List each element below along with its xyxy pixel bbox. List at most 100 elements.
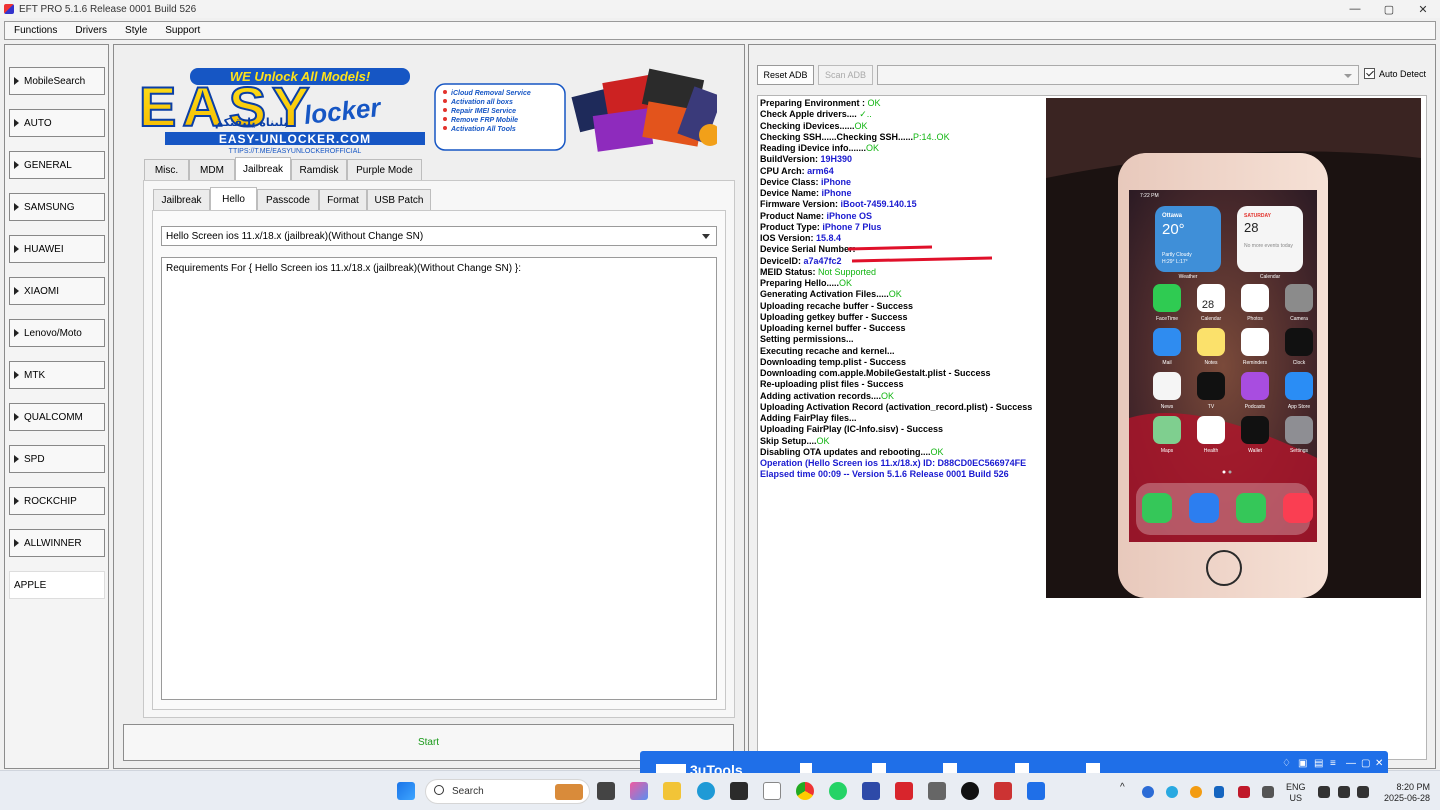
sidebar-item-auto[interactable]: AUTO xyxy=(9,109,105,137)
tray-app-icon-5[interactable] xyxy=(1262,786,1274,798)
chevron-down-icon xyxy=(702,234,710,239)
3utools-window-icon[interactable]: ▣ xyxy=(1298,758,1307,769)
log-segment: Preparing Environment : xyxy=(760,98,868,108)
log-line: Firmware Version: iBoot-7459.140.15 xyxy=(760,199,1040,210)
3utools-logo-icon xyxy=(656,764,686,773)
eft-icon[interactable] xyxy=(994,782,1012,800)
windows-start-icon[interactable] xyxy=(397,782,415,800)
auto-detect-label: Auto Detect xyxy=(1379,68,1427,79)
tray-app-icon-3[interactable] xyxy=(1190,786,1202,798)
3utools-minimize-icon[interactable]: — xyxy=(1346,758,1356,769)
language-region: US xyxy=(1289,793,1303,803)
menu-support[interactable]: Support xyxy=(165,25,200,36)
log-line: MEID Status: Not Supported xyxy=(760,267,1040,278)
battery-icon[interactable] xyxy=(1357,786,1369,798)
3utools-toolbox-icon[interactable] xyxy=(1086,763,1100,773)
caret-right-icon xyxy=(14,371,19,379)
maximize-button[interactable]: ▢ xyxy=(1372,0,1406,18)
sidebar-item-label: Lenovo/Moto xyxy=(24,327,82,339)
sidebar-item-label: HUAWEI xyxy=(24,243,64,255)
svg-text:Photos: Photos xyxy=(1247,316,1263,322)
log-line: Skip Setup....OK xyxy=(760,436,1040,447)
menu-functions[interactable]: Functions xyxy=(14,25,57,36)
tab-purple-mode[interactable]: Purple Mode xyxy=(347,159,422,180)
sidebar-item-mobilesearch[interactable]: MobileSearch xyxy=(9,67,105,95)
log-segment: ✓.. xyxy=(859,109,872,120)
menu-drivers[interactable]: Drivers xyxy=(75,25,107,36)
close-button[interactable]: ✕ xyxy=(1406,0,1440,18)
taskbar-search[interactable]: Search xyxy=(425,779,590,804)
requirements-textarea[interactable]: Requirements For { Hello Screen ios 11.x… xyxy=(161,257,717,700)
adb-port-select[interactable] xyxy=(877,65,1359,85)
3utools-device-icon[interactable] xyxy=(800,763,812,773)
acrobat-icon[interactable] xyxy=(895,782,913,800)
3utools-maximize-icon[interactable]: ▢ xyxy=(1361,758,1370,769)
tray-app-icon-2[interactable] xyxy=(1166,786,1178,798)
svg-text:Reminders: Reminders xyxy=(1243,360,1268,366)
sidebar-item-xiaomi[interactable]: XIAOMI xyxy=(9,277,105,305)
sidebar-item-rockchip[interactable]: ROCKCHIP xyxy=(9,487,105,515)
whatsapp-icon[interactable] xyxy=(829,782,847,800)
sidebar-item-apple[interactable]: APPLE xyxy=(9,571,105,599)
language-indicator[interactable]: ENG US xyxy=(1286,782,1306,804)
sidebar-item-spd[interactable]: SPD xyxy=(9,445,105,473)
file-explorer-icon[interactable] xyxy=(663,782,681,800)
utorrent-icon[interactable] xyxy=(961,782,979,800)
3utools-close-icon[interactable]: ✕ xyxy=(1375,758,1383,769)
tray-chevron-icon[interactable]: ^ xyxy=(1120,782,1130,800)
bluetooth-icon[interactable] xyxy=(1214,786,1224,798)
tool-icon[interactable] xyxy=(928,782,946,800)
log-segment: IOS Version: xyxy=(760,233,817,243)
task-view-icon[interactable] xyxy=(597,782,615,800)
3utools-window[interactable]: 3uTools ♢ ▣ ▤ ≡ — ▢ ✕ xyxy=(640,751,1388,773)
sidebar-item-lenovo-moto[interactable]: Lenovo/Moto xyxy=(9,319,105,347)
subtab-hello[interactable]: Hello xyxy=(210,187,257,210)
tab-mdm[interactable]: MDM xyxy=(189,159,235,180)
3utools-note-icon[interactable]: ▤ xyxy=(1314,758,1323,769)
store-icon[interactable] xyxy=(730,782,748,800)
sidebar-item-samsung[interactable]: SAMSUNG xyxy=(9,193,105,221)
minimize-button[interactable]: — xyxy=(1338,0,1372,18)
menu-style[interactable]: Style xyxy=(125,25,147,36)
3utools-menu-icon[interactable]: ≡ xyxy=(1330,758,1336,769)
wifi-icon[interactable] xyxy=(1318,786,1330,798)
tab-ramdisk[interactable]: Ramdisk xyxy=(291,159,347,180)
banner-service-item: Remove FRP Mobile xyxy=(451,117,518,124)
3utools-flash-icon[interactable] xyxy=(1015,763,1029,773)
3utools-taskbar-icon[interactable] xyxy=(1027,782,1045,800)
copilot-icon[interactable] xyxy=(630,782,648,800)
sidebar-item-qualcomm[interactable]: QUALCOMM xyxy=(9,403,105,431)
requirements-text: Requirements For { Hello Screen ios 11.x… xyxy=(166,263,521,274)
auto-detect[interactable]: Auto Detect xyxy=(1364,68,1426,79)
volume-icon[interactable] xyxy=(1338,786,1350,798)
clock[interactable]: 8:20 PM 2025-06-28 xyxy=(1378,782,1430,804)
auto-detect-checkbox[interactable] xyxy=(1364,68,1375,79)
subtab-jailbreak[interactable]: Jailbreak xyxy=(153,189,210,210)
sidebar-item-allwinner[interactable]: ALLWINNER xyxy=(9,529,105,557)
subtab-passcode[interactable]: Passcode xyxy=(257,189,319,210)
3utools-apps-icon[interactable] xyxy=(872,763,886,773)
sidebar-item-huawei[interactable]: HUAWEI xyxy=(9,235,105,263)
chrome-icon[interactable] xyxy=(796,782,814,800)
tab-misc[interactable]: Misc. xyxy=(144,159,189,180)
app-icon-blue[interactable] xyxy=(862,782,880,800)
tray-app-icon-1[interactable] xyxy=(1142,786,1154,798)
reset-adb-button[interactable]: Reset ADB xyxy=(757,65,814,85)
sidebar-item-mtk[interactable]: MTK xyxy=(9,361,105,389)
tab-jailbreak[interactable]: Jailbreak xyxy=(235,157,291,180)
log-segment: Product Name: xyxy=(760,210,827,221)
operation-select[interactable]: Hello Screen ios 11.x/18.x (jailbreak)(W… xyxy=(161,226,717,246)
mail-icon[interactable] xyxy=(763,782,781,800)
subtab-format[interactable]: Format xyxy=(319,189,367,210)
tray-app-icon-4[interactable] xyxy=(1238,786,1250,798)
scan-adb-button[interactable]: Scan ADB xyxy=(818,65,873,85)
3utools-files-icon[interactable] xyxy=(943,763,957,773)
subtab-usb-patch[interactable]: USB Patch xyxy=(367,189,431,210)
sidebar-item-general[interactable]: GENERAL xyxy=(9,151,105,179)
log-segment: Downloading temp.plist - Success xyxy=(760,356,907,367)
3utools-shirt-icon[interactable]: ♢ xyxy=(1282,758,1291,769)
caret-right-icon xyxy=(14,413,19,421)
edge-icon[interactable] xyxy=(697,782,715,800)
log-segment: Preparing Hello..... xyxy=(760,278,840,288)
log-segment: P:14..OK xyxy=(913,131,950,142)
